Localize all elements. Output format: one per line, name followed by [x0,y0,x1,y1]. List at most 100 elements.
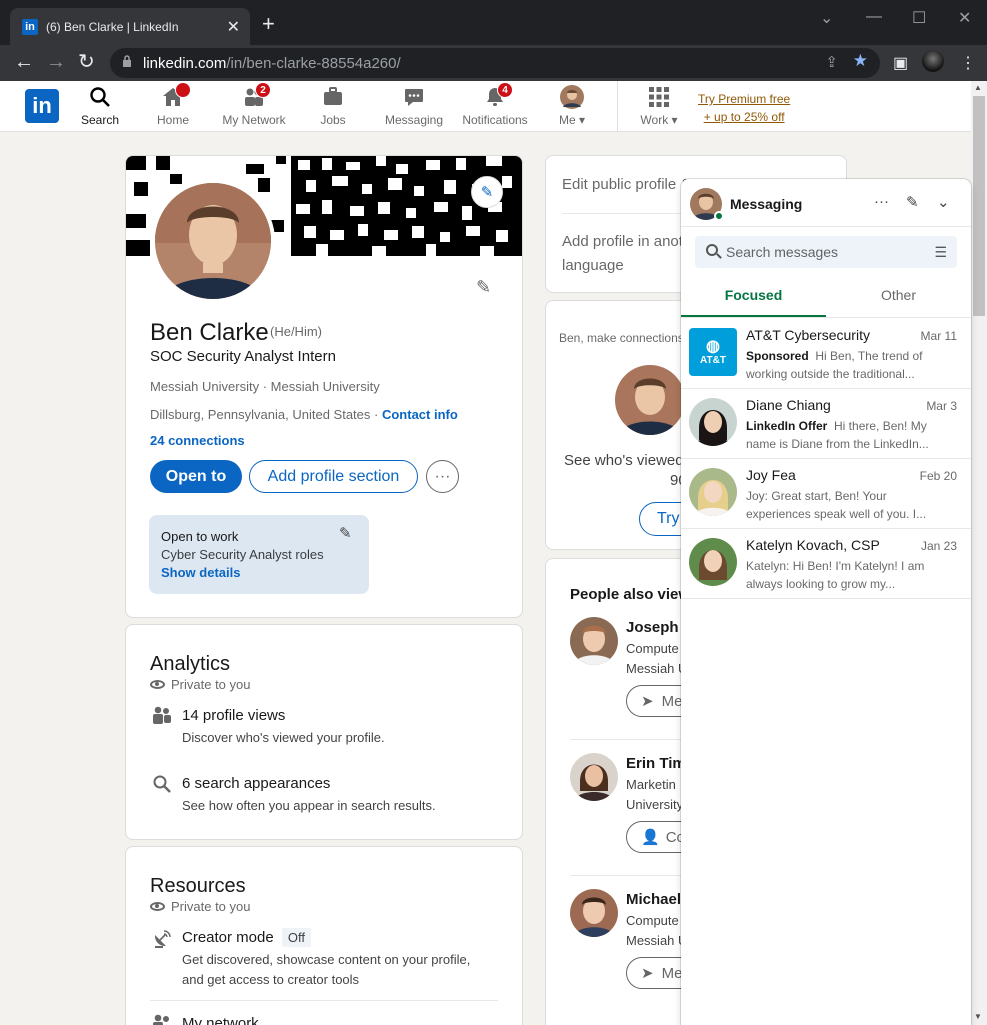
window-close-icon[interactable]: ✕ [958,8,971,28]
nav-messaging[interactable]: Messaging [383,85,445,127]
browser-tab[interactable]: in (6) Ben Clarke | LinkedIn ✕ [10,8,250,45]
more-actions-button[interactable]: ··· [426,460,459,493]
promo-avatar [615,365,685,435]
tab-other[interactable]: Other [826,279,971,317]
edit-open-to-work-pencil-icon[interactable]: ✎ [339,525,352,543]
linkedin-logo[interactable]: in [25,89,59,123]
conversation-date: Jan 23 [920,539,957,553]
creator-mode-desc-2: and get access to creator tools [182,972,360,987]
open-to-work-box[interactable]: Open to work Cyber Security Analyst role… [149,515,369,594]
connections-link[interactable]: 24 connections [150,433,245,448]
nav-notifications-label: Notifications [462,113,528,127]
tab-close-icon[interactable]: ✕ [227,17,240,37]
add-language-link-2[interactable]: language [562,254,624,278]
creator-mode-row[interactable]: Creator mode Off [182,928,311,947]
scroll-down-arrow-icon[interactable]: ▼ [974,1012,982,1021]
person-name[interactable]: Joseph [626,619,679,636]
nav-my-network[interactable]: 2 My Network [219,82,289,127]
network-icon: 2 [219,82,289,109]
more-options-icon[interactable]: ··· [874,193,889,210]
conversation-item[interactable]: Diane Chiang Mar 3 LinkedIn Offer Hi the… [681,389,971,459]
contact-info-link[interactable]: Contact info [382,407,458,422]
satellite-dish-icon [152,929,172,954]
open-to-button[interactable]: Open to [150,460,242,493]
messaging-title: Messaging [730,196,803,212]
conversation-item[interactable]: ◍ AT&T AT&T Cybersecurity Mar 11 Sponsor… [681,319,971,389]
nav-jobs[interactable]: Jobs [316,85,350,127]
person-name[interactable]: Erin Tim [626,755,686,772]
my-network-link[interactable]: My network [182,1015,259,1025]
minimize-icon[interactable]: — [866,8,882,26]
show-details-link[interactable]: Show details [161,564,357,582]
profile-name: Ben Clarke [150,319,269,346]
search-appearances-link[interactable]: 6 search appearances [182,775,330,792]
share-icon[interactable]: ⇪ [825,53,838,71]
try-premium-link[interactable]: Try Premium free + up to 25% off [698,90,790,126]
nav-work-label: Work [640,113,669,127]
back-icon[interactable]: ← [14,51,34,73]
profile-views-link[interactable]: 14 profile views [182,707,285,724]
promo-text: Ben, make connections [559,331,684,345]
maximize-icon[interactable]: ☐ [912,8,926,28]
nav-me-label: Me [558,113,576,127]
nav-search[interactable]: Search [80,85,120,127]
chevron-down-icon[interactable]: ⌄ [937,193,950,211]
open-to-work-title: Open to work [161,529,239,544]
messaging-panel: Messaging ··· ✎ ⌄ Search messages ☰ Focu… [681,179,971,1025]
eye-icon [150,902,165,911]
edit-banner-button[interactable]: ✎ [471,176,503,208]
person-school: University [626,797,684,812]
tab-search-icon[interactable]: ⌄ [820,8,833,28]
briefcase-icon [316,85,350,109]
bookmark-star-icon[interactable]: ★ [853,51,868,71]
nav-notifications[interactable]: 4 Notifications [459,82,531,127]
conversation-item[interactable]: Katelyn Kovach, CSP Jan 23 Katelyn: Hi B… [681,529,971,599]
browser-profile-avatar[interactable] [922,50,944,72]
edit-intro-pencil-icon[interactable]: ✎ [476,277,491,298]
chat-icon [383,85,445,109]
people-icon [152,1013,172,1025]
new-tab-icon[interactable]: + [262,13,275,35]
premium-line-1: Try Premium free [698,92,791,106]
scrollbar-thumb[interactable] [973,96,985,316]
resources-card: Resources Private to you Creator mode Of… [125,846,523,1025]
url-field[interactable]: linkedin.com/in/ben-clarke-88554a260/ ⇪ … [110,48,880,78]
profile-photo[interactable] [151,179,275,303]
address-bar-row: ← → ↻ linkedin.com/in/ben-clarke-88554a2… [0,45,987,81]
person-school: Messiah U [626,661,688,676]
chevron-down-icon: ▾ [671,113,678,127]
conversation-item[interactable]: Joy Fea Feb 20 Joy: Great start, Ben! Yo… [681,459,971,529]
promo-see-who: See who's viewed [564,452,684,469]
nav-my-network-label: My Network [222,113,286,127]
profile-card: ✎ ✎ Ben Clarke (He/Him) SOC Security Ana… [125,155,523,618]
nav-work[interactable]: Work ▾ [636,85,682,127]
person-name[interactable]: Michael [626,891,681,908]
att-logo: ◍ AT&T [689,328,737,376]
resources-title: Resources [150,875,246,897]
chrome-menu-icon[interactable]: ⋮ [960,53,976,73]
reload-icon[interactable]: ↻ [78,51,95,73]
linkedin-navbar: in Search Home 2 My Network Jobs Messagi… [0,81,971,132]
search-messages-input[interactable]: Search messages ☰ [695,236,957,268]
compose-icon[interactable]: ✎ [906,193,919,211]
filter-icon[interactable]: ☰ [934,244,947,261]
scroll-up-arrow-icon[interactable]: ▲ [974,83,982,92]
pencil-icon: ✎ [480,184,494,201]
messaging-header[interactable]: Messaging ··· ✎ ⌄ [681,179,971,227]
nav-home[interactable]: Home [153,82,193,127]
conversation-name: Katelyn Kovach, CSP [746,537,880,553]
nav-messaging-label: Messaging [384,113,444,127]
creator-mode-desc-1: Get discovered, showcase content on your… [182,952,471,967]
nav-me[interactable]: Me ▾ [554,85,590,127]
conversation-date: Feb 20 [919,469,957,483]
conversation-tag: Sponsored [746,349,809,363]
avatar [570,753,618,801]
forward-icon[interactable]: → [46,51,66,73]
add-profile-section-button[interactable]: Add profile section [249,460,418,493]
tab-focused[interactable]: Focused [681,279,826,317]
side-panel-icon[interactable]: ▣ [893,53,908,73]
creator-mode-status-badge: Off [281,928,311,947]
chevron-down-icon: ▾ [578,113,586,127]
grid-icon [636,85,682,109]
analytics-card: Analytics Private to you 14 profile view… [125,624,523,840]
